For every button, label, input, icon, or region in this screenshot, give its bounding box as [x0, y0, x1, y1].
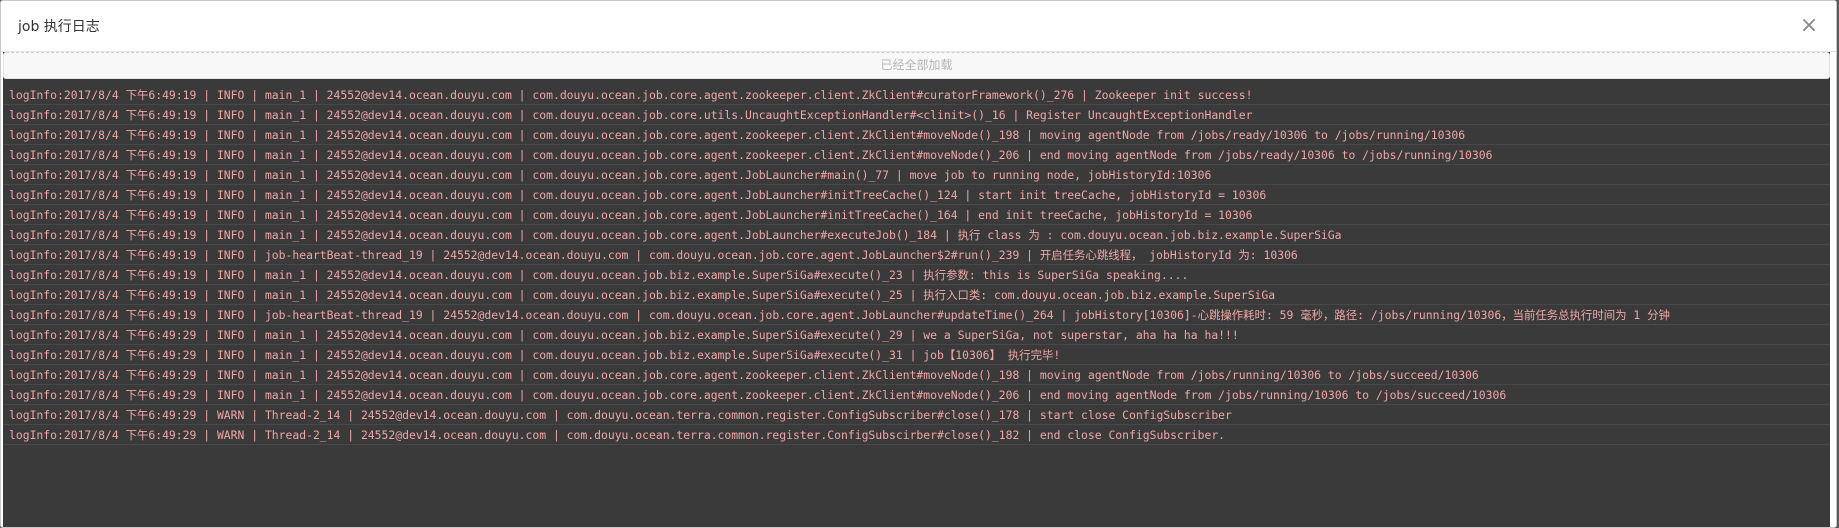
dialog-title: job 执行日志	[18, 19, 100, 35]
log-line: logInfo:2017/8/4 下午6:49:19 | INFO | job-…	[3, 245, 1830, 265]
log-line: logInfo:2017/8/4 下午6:49:19 | INFO | main…	[3, 185, 1830, 205]
log-line: logInfo:2017/8/4 下午6:49:29 | WARN | Thre…	[3, 425, 1830, 445]
log-line: logInfo:2017/8/4 下午6:49:19 | INFO | main…	[3, 145, 1830, 165]
log-line: logInfo:2017/8/4 下午6:49:19 | INFO | main…	[3, 105, 1830, 125]
log-line: logInfo:2017/8/4 下午6:49:29 | WARN | Thre…	[3, 405, 1830, 425]
log-line: logInfo:2017/8/4 下午6:49:19 | INFO | main…	[3, 125, 1830, 145]
log-line: logInfo:2017/8/4 下午6:49:29 | INFO | main…	[3, 365, 1830, 385]
log-line: logInfo:2017/8/4 下午6:49:19 | INFO | main…	[3, 85, 1830, 105]
log-line: logInfo:2017/8/4 下午6:49:19 | INFO | main…	[3, 205, 1830, 225]
log-line: logInfo:2017/8/4 下午6:49:29 | INFO | main…	[3, 345, 1830, 365]
log-list[interactable]: logInfo:2017/8/4 下午6:49:19 | INFO | main…	[3, 85, 1830, 527]
dialog-header: job 执行日志 ×	[1, 1, 1836, 52]
close-icon[interactable]: ×	[1798, 14, 1820, 38]
log-line: logInfo:2017/8/4 下午6:49:19 | INFO | job-…	[3, 305, 1830, 325]
load-status-bar[interactable]: 已经全部加载	[3, 52, 1830, 79]
log-line: logInfo:2017/8/4 下午6:49:29 | INFO | main…	[3, 385, 1830, 405]
log-line: logInfo:2017/8/4 下午6:49:29 | INFO | main…	[3, 325, 1830, 345]
log-panel: 已经全部加载 logInfo:2017/8/4 下午6:49:19 | INFO…	[3, 52, 1830, 527]
log-line: logInfo:2017/8/4 下午6:49:19 | INFO | main…	[3, 225, 1830, 245]
job-log-dialog: job 执行日志 × 已经全部加载 logInfo:2017/8/4 下午6:4…	[0, 0, 1837, 528]
log-line: logInfo:2017/8/4 下午6:49:19 | INFO | main…	[3, 165, 1830, 185]
log-line: logInfo:2017/8/4 下午6:49:19 | INFO | main…	[3, 285, 1830, 305]
log-line: logInfo:2017/8/4 下午6:49:19 | INFO | main…	[3, 265, 1830, 285]
